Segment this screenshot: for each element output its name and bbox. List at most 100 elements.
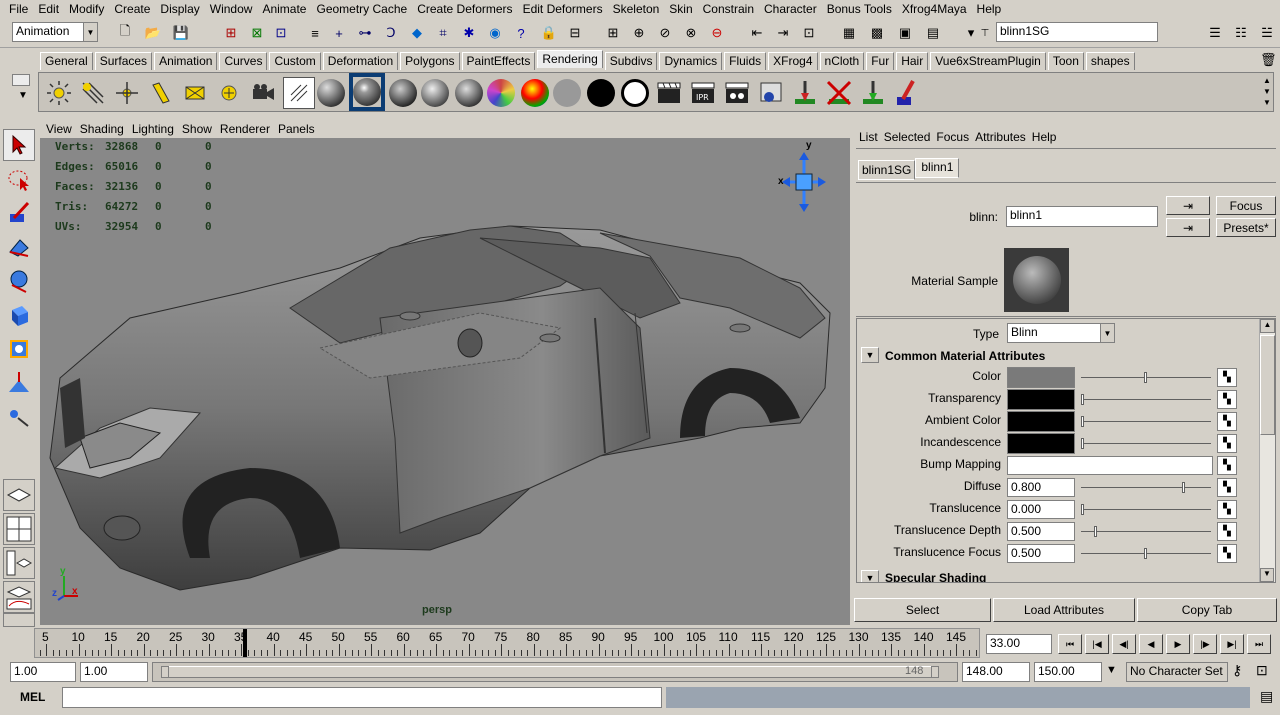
scroll-down-icon[interactable]: ▼ — [1260, 568, 1274, 582]
menu-help[interactable]: Help — [972, 2, 1007, 16]
ramp-shader-icon[interactable] — [519, 77, 551, 109]
phong-material-icon[interactable] — [387, 77, 419, 109]
help-icon[interactable]: ? — [512, 24, 530, 42]
shelf-tab-general[interactable]: General — [40, 52, 93, 70]
presets-button[interactable]: Presets* — [1216, 218, 1276, 237]
menu-modify[interactable]: Modify — [64, 2, 109, 16]
node-name-field[interactable]: blinn1SG — [996, 22, 1158, 42]
menu-xfrog4maya[interactable]: Xfrog4Maya — [897, 2, 972, 16]
ae-menu-list[interactable]: List — [856, 130, 881, 144]
output-icon[interactable]: ⇥ — [774, 24, 792, 42]
ambient-light-icon[interactable] — [77, 77, 109, 109]
command-input[interactable] — [62, 687, 662, 708]
menuset-dropdown[interactable]: Animation ▼ — [12, 22, 98, 42]
current-time-field[interactable]: 33.00 — [986, 634, 1052, 654]
shelf-tab-xfrog4[interactable]: XFrog4 — [768, 52, 818, 70]
viewport-menu-panels[interactable]: Panels — [274, 122, 319, 136]
attribute-scrollbar[interactable]: ▲ ▼ — [1259, 319, 1275, 582]
collapse-icon[interactable]: ▼ — [861, 570, 879, 582]
ambient-color-slider-handle[interactable] — [1081, 416, 1084, 427]
transparency-slider-track[interactable] — [1081, 399, 1211, 400]
menu-skin[interactable]: Skin — [664, 2, 697, 16]
snap-point-icon[interactable]: Ↄ — [382, 24, 400, 42]
move-tool-icon[interactable] — [3, 231, 35, 263]
viewport-menu-renderer[interactable]: Renderer — [216, 122, 274, 136]
ae-menu-selected[interactable]: Selected — [881, 130, 934, 144]
lambert-material-icon[interactable] — [315, 77, 347, 109]
shelf-tab-dynamics[interactable]: Dynamics — [659, 52, 723, 70]
step-back-frame-icon[interactable]: ◀| — [1112, 634, 1136, 654]
animation-end-field[interactable]: 150.00 — [1034, 662, 1102, 682]
scale-tool-icon[interactable] — [3, 299, 35, 331]
snap-plane-icon[interactable]: ◆ — [408, 24, 426, 42]
ae-menu-focus[interactable]: Focus — [933, 130, 972, 144]
animation-start-field[interactable]: 1.00 — [10, 662, 76, 682]
shelf-tab-curves[interactable]: Curves — [219, 52, 268, 70]
graph-layout-icon[interactable] — [3, 581, 35, 613]
collapse-icon[interactable]: ▼ — [861, 347, 879, 363]
transparency-swatch[interactable] — [1007, 389, 1075, 410]
transparency-slider-handle[interactable] — [1081, 394, 1084, 405]
section-specular-shading[interactable]: Specular Shading — [885, 571, 986, 582]
menu-create-deformers[interactable]: Create Deformers — [412, 2, 517, 16]
ae-menu-help[interactable]: Help — [1029, 130, 1060, 144]
menu-constrain[interactable]: Constrain — [698, 2, 759, 16]
render-view-icon[interactable] — [283, 77, 315, 109]
trash-icon[interactable]: 🗑 — [1260, 52, 1277, 68]
map-button-icon[interactable]: ▚ — [1217, 434, 1237, 453]
tab-blinn1sg[interactable]: blinn1SG — [858, 160, 916, 180]
history-icon[interactable]: ✱ — [460, 24, 478, 42]
load-attributes-button[interactable]: Load Attributes — [993, 598, 1135, 622]
shelf-tab-hair[interactable]: Hair — [896, 52, 929, 70]
playback-end-field[interactable]: 148.00 — [962, 662, 1030, 682]
chevron-down-icon[interactable]: ▼ — [1106, 664, 1117, 676]
phonge-material-icon[interactable] — [419, 77, 451, 109]
node-name-input[interactable]: blinn1 — [1006, 206, 1158, 227]
shelf-tab-custom[interactable]: Custom — [269, 52, 321, 70]
viewport-menu-lighting[interactable]: Lighting — [128, 122, 178, 136]
render-icon[interactable]: ⊕ — [630, 24, 648, 42]
map-button-icon[interactable]: ▚ — [1217, 478, 1237, 497]
map-button-icon[interactable]: ▚ — [1217, 368, 1237, 387]
construction-icon[interactable]: ◉ — [486, 24, 504, 42]
outliner-layout-icon[interactable] — [3, 547, 35, 579]
bump-mapping-field[interactable] — [1007, 456, 1213, 475]
snap-curve-icon[interactable]: ⊶ — [356, 24, 374, 42]
map-button-icon[interactable]: ▚ — [1217, 544, 1237, 563]
render-grid-icon[interactable]: ⊞ — [604, 24, 622, 42]
ambient-color-swatch[interactable] — [1007, 411, 1075, 432]
copy-tab-button[interactable]: Copy Tab — [1137, 598, 1277, 622]
use-background-icon[interactable] — [585, 77, 617, 109]
render-settings-icon[interactable]: ⊗ — [682, 24, 700, 42]
point-light-icon[interactable] — [111, 77, 143, 109]
hypershade-icon[interactable] — [755, 77, 787, 109]
select-component-icon[interactable]: ⊡ — [272, 24, 290, 42]
lock-icon[interactable]: 🔒 — [540, 24, 558, 42]
viewport-menu-shading[interactable]: Shading — [76, 122, 128, 136]
range-handle-end[interactable] — [931, 666, 939, 678]
snap-menu-icon[interactable]: ≡ — [306, 24, 324, 42]
menu-bonus-tools[interactable]: Bonus Tools — [822, 2, 897, 16]
perspective-viewport[interactable]: Verts: 32868 0 0 Edges: 65016 0 0 Faces: 32136 0… — [40, 138, 850, 625]
step-forward-frame-icon[interactable]: |▶ — [1193, 634, 1217, 654]
translucence-focus-slider-handle[interactable] — [1144, 548, 1147, 559]
go-to-start-icon[interactable]: ⏮ — [1058, 634, 1082, 654]
input-icon[interactable]: ⇤ — [748, 24, 766, 42]
diffuse-slider-handle[interactable] — [1181, 482, 1185, 493]
shelf-tab-animation[interactable]: Animation — [154, 52, 218, 70]
step-forward-key-icon[interactable]: ▶| — [1220, 634, 1244, 654]
menu-display[interactable]: Display — [155, 2, 204, 16]
paint-select-tool-icon[interactable] — [3, 197, 35, 229]
render-globals-clapper-icon[interactable] — [721, 77, 753, 109]
color-slider-handle[interactable] — [1144, 372, 1147, 383]
color-swatch[interactable] — [1007, 367, 1075, 388]
focus-button[interactable]: Focus — [1216, 196, 1276, 215]
menu-edit[interactable]: Edit — [33, 2, 64, 16]
translucence-depth-input[interactable]: 0.500 — [1007, 522, 1075, 541]
select-object-icon[interactable]: ⊠ — [248, 24, 266, 42]
map-button-icon[interactable]: ▚ — [1217, 500, 1237, 519]
ambient-color-slider-track[interactable] — [1081, 421, 1211, 422]
map-button-icon[interactable]: ▚ — [1217, 522, 1237, 541]
shelf-tab-fluids[interactable]: Fluids — [724, 52, 767, 70]
translucence-input[interactable]: 0.000 — [1007, 500, 1075, 519]
